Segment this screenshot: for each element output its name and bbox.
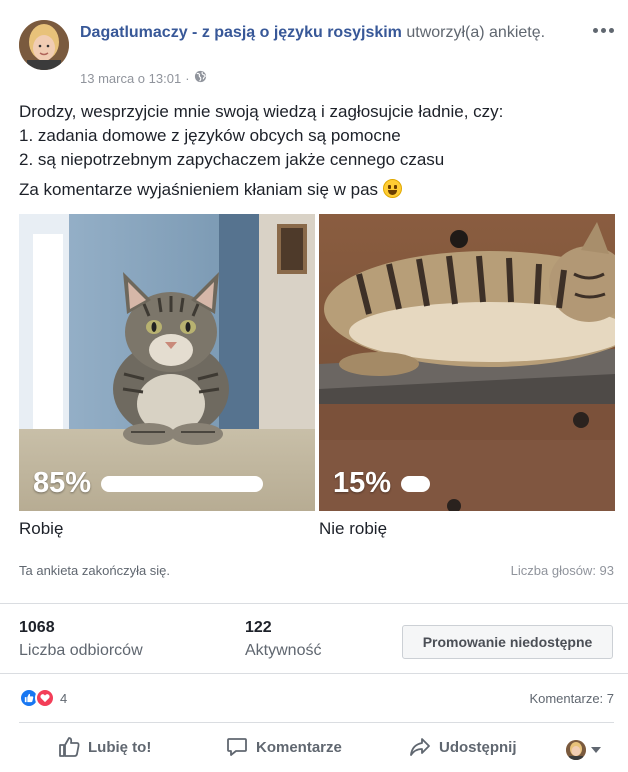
vote-count: Liczba głosów: 93 (510, 563, 614, 578)
post-text-closing-line: Za komentarze wyjaśnieniem kłaniam się w… (19, 178, 614, 202)
promote-button[interactable]: Promowanie niedostępne (402, 625, 613, 659)
engagement-label: Aktywność (245, 642, 322, 659)
poll-option-nie-robie[interactable]: 15% (319, 214, 615, 511)
page-name-link[interactable]: Dagatlumaczy - z pasją o języku rosyjski… (80, 24, 402, 41)
post-meta: 13 marca o 13:01 · (80, 70, 207, 86)
share-button[interactable]: Udostępnij (409, 736, 517, 758)
reactions-summary[interactable]: 4 (19, 688, 67, 708)
thumbs-up-icon (59, 737, 80, 757)
comment-button[interactable]: Komentarze (226, 736, 342, 758)
post-action-text: utworzył(a) ankietę. (401, 24, 546, 41)
engagement-value: 122 (245, 619, 272, 636)
reaction-count: 4 (60, 690, 68, 706)
post-text-line: Drodzy, wesprzyjcie mnie swoją wiedzą i … (19, 102, 504, 121)
comment-icon (227, 738, 247, 756)
post-header: Dagatlumaczy - z pasją o języku rosyjski… (80, 22, 580, 44)
chevron-down-icon[interactable] (591, 747, 601, 753)
poll-progress-bar (401, 476, 591, 492)
poll-option-robie[interactable]: 85% (19, 214, 315, 511)
post-date[interactable]: 13 marca o 13:01 (80, 71, 181, 86)
like-label: Lubię to! (88, 738, 152, 756)
divider (0, 673, 628, 674)
reach-label: Liczba odbiorców (19, 642, 143, 659)
page-avatar[interactable] (19, 20, 69, 70)
actor-avatar[interactable] (566, 740, 586, 760)
more-options-icon[interactable] (588, 18, 618, 42)
poll-progress-bar (101, 476, 291, 492)
meta-separator: · (185, 70, 190, 86)
poll-percent: 15% (333, 467, 392, 499)
like-button[interactable]: Lubię to! (58, 736, 151, 758)
poll-progress-fill (401, 476, 430, 492)
divider (0, 603, 628, 604)
share-icon (410, 738, 430, 756)
post-text-closing: Za komentarze wyjaśnieniem kłaniam się w… (19, 180, 379, 199)
comment-label: Komentarze (256, 738, 342, 756)
poll-option-label[interactable]: Nie robię (319, 519, 387, 539)
post-text-line: 1. zadania domowe z języków obcych są po… (19, 126, 401, 145)
comments-count-link[interactable]: Komentarze: 7 (529, 691, 614, 706)
divider (19, 722, 614, 723)
poll-status: Ta ankieta zakończyła się. (19, 563, 171, 578)
post-text: Drodzy, wesprzyjcie mnie swoją wiedzą i … (19, 100, 614, 202)
post-card: Dagatlumaczy - z pasją o języku rosyjski… (0, 0, 628, 772)
post-text-line: 2. są niepotrzebnym zapychaczem jakże ce… (19, 150, 445, 169)
globe-icon[interactable] (194, 70, 207, 86)
grinning-emoji-icon (382, 179, 402, 198)
poll-option-label[interactable]: Robię (19, 519, 63, 539)
poll-percent: 85% (33, 467, 92, 499)
reach-value: 1068 (19, 619, 55, 636)
share-label: Udostępnij (439, 738, 517, 756)
poll-progress-fill (101, 476, 263, 492)
love-reaction-icon (35, 688, 55, 708)
